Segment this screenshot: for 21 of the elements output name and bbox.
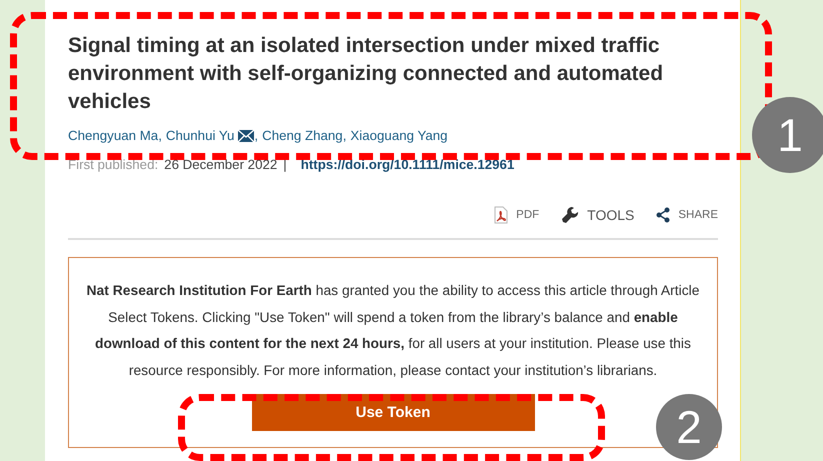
article-title: Signal timing at an isolated intersection under mixed traffic environment with self-organizing connected and automated vehicles	[68, 33, 664, 115]
wrench-icon	[561, 206, 580, 224]
doi-link[interactable]: https://doi.org/10.1111/mice.12961	[300, 157, 514, 172]
access-notice-text: Nat Research Institution For Earth has granted you the ability to access this article through Article Select Tokens. Clicking "Use Token" will spend a token from the library’s balance and enable download of this content for the next 24 hours, for all users at your institution. Please use this resource responsibly. For more information, please contact your institution’s librarians.	[86, 281, 700, 380]
author-separator: ,	[342, 128, 346, 143]
author-separator: ,	[254, 128, 258, 143]
share-button[interactable]: SHARE	[656, 207, 718, 223]
tools-button[interactable]: TOOLS	[561, 206, 634, 224]
author-link[interactable]: Chunhui Yu	[166, 128, 234, 143]
annotation-number: 1	[752, 97, 823, 173]
pdf-icon	[494, 206, 508, 224]
envelope-icon[interactable]	[238, 130, 254, 142]
pdf-button[interactable]: PDF	[494, 206, 540, 224]
share-icon	[656, 207, 670, 223]
separator: |	[283, 157, 287, 172]
author-separator: ,	[158, 128, 162, 143]
published-date: 26 December 2022	[164, 157, 278, 172]
author-link[interactable]: Chengyuan Ma	[68, 128, 158, 143]
published-label: First published:	[68, 157, 158, 172]
author-link[interactable]: Cheng Zhang	[262, 128, 343, 143]
author-link[interactable]: Xiaoguang Yang	[350, 128, 448, 143]
